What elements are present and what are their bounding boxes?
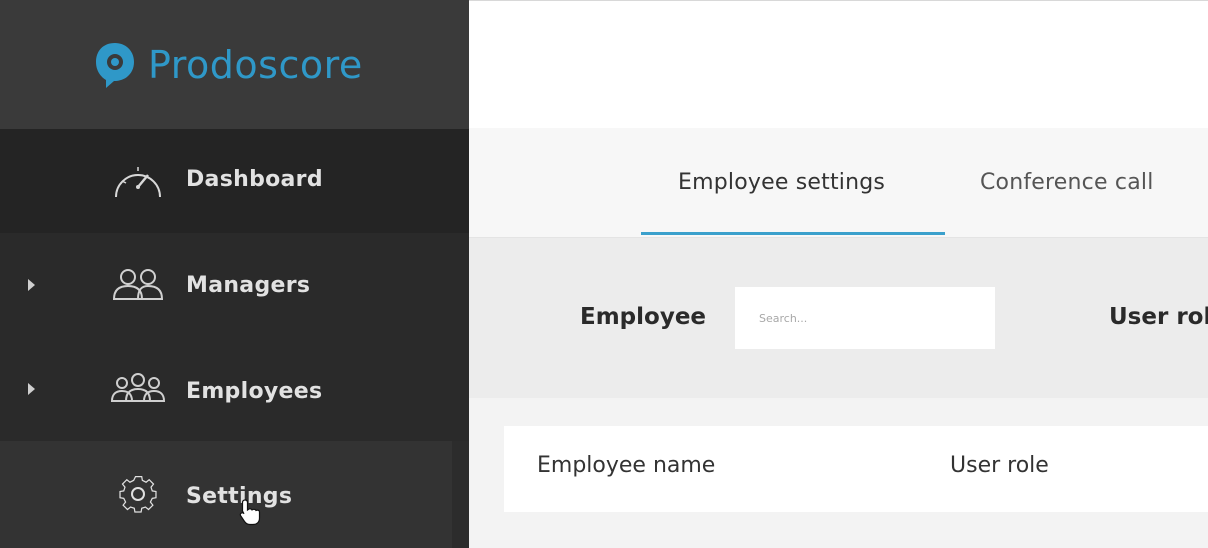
managers-icon <box>112 269 164 300</box>
tab-conference-call[interactable]: Conference call <box>980 170 1154 195</box>
sidebar-item-dashboard[interactable]: Dashboard <box>0 129 469 233</box>
sidebar-item-employees[interactable]: Employees <box>0 337 469 441</box>
gear-icon <box>119 476 157 513</box>
employees-icon <box>110 373 166 402</box>
brand-name: Prodoscore <box>148 43 363 87</box>
sidebar: Prodoscore Dashboard Managers Employees … <box>0 0 469 548</box>
sidebar-item-label: Managers <box>186 273 311 298</box>
speedometer-icon <box>115 167 161 198</box>
sidebar-item-label: Dashboard <box>186 167 323 192</box>
tab-employee-settings[interactable]: Employee settings <box>678 170 885 195</box>
sidebar-item-managers[interactable]: Managers <box>0 233 469 337</box>
main-content: Employee settings Conference call Employ… <box>469 0 1208 548</box>
caret-right-icon[interactable] <box>28 383 35 395</box>
tab-bar: Employee settings Conference call <box>469 128 1208 238</box>
top-bar <box>469 0 1208 128</box>
sidebar-item-label: Employees <box>186 379 323 404</box>
column-header-user-role[interactable]: User role <box>950 453 1049 478</box>
user-role-filter-label: User rol <box>1109 304 1208 330</box>
brand-logo[interactable]: Prodoscore <box>92 40 363 90</box>
filter-bar: Employee User rol <box>469 238 1208 398</box>
caret-right-icon[interactable] <box>28 279 35 291</box>
hand-cursor-icon <box>239 499 261 526</box>
prodoscore-logo-icon <box>96 43 134 88</box>
column-header-employee-name[interactable]: Employee name <box>537 453 715 478</box>
employee-table: Employee name User role <box>469 398 1208 548</box>
employee-search-input[interactable] <box>735 287 995 349</box>
sidebar-item-settings[interactable]: Settings <box>0 441 469 548</box>
table-header: Employee name User role <box>504 426 1208 512</box>
active-tab-indicator <box>641 232 945 235</box>
logo-area: Prodoscore <box>0 0 469 129</box>
employee-filter-label: Employee <box>580 304 707 330</box>
